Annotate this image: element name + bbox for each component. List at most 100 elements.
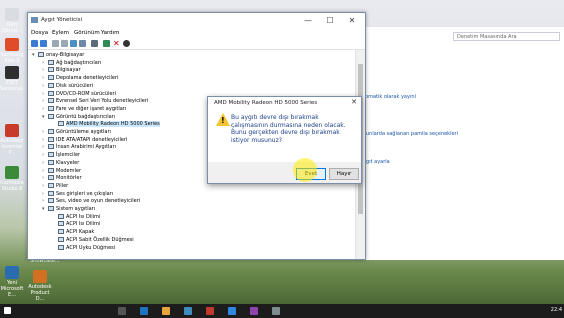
dialog-message: Bu aygıtı devre dışı bırakmak çalışmasın… [231, 114, 346, 144]
maximize-button[interactable]: ☐ [319, 13, 341, 28]
back-icon[interactable] [31, 40, 38, 47]
no-button[interactable]: Hayır [329, 168, 359, 180]
desktop-icon[interactable]: Geri Dönüş... [0, 8, 24, 34]
device-category-icon [48, 82, 54, 88]
title-bar[interactable]: Aygıt Yöneticisi — ☐ ✕ [28, 13, 365, 28]
device-category-icon [48, 190, 54, 196]
toolbar: ✕ [28, 38, 365, 50]
desktop-app-icon [5, 8, 19, 21]
taskbar-app-icon[interactable] [250, 307, 258, 315]
warning-icon: ! [216, 113, 230, 126]
desktop-icon[interactable]: Camtasia Studio 8 [0, 166, 24, 192]
tree-item-label: Piller [56, 182, 69, 189]
taskbar-clock: 22:4 [550, 307, 562, 313]
device-category-icon [48, 113, 54, 119]
device-category-icon [48, 152, 54, 158]
device-category-icon [58, 121, 64, 127]
device-category-icon [48, 105, 54, 111]
control-panel-link[interactable]: otomatik olarak yayınl [360, 94, 416, 100]
scan-changes-icon[interactable] [103, 40, 110, 47]
tree-item-label: İnsan Arabirimi Aygıtları [56, 144, 116, 151]
desktop-icon[interactable]: Samsung Kies 3 [0, 38, 24, 64]
device-category-icon [48, 90, 54, 96]
desktop-icon-label: Geri Dönüş... [1, 22, 23, 34]
desktop-app-icon [5, 266, 19, 279]
device-category-icon [58, 229, 64, 235]
control-panel-window: Denetim Masasında Ara otomatik olarak ya… [355, 27, 564, 260]
device-category-icon [48, 98, 54, 104]
desktop-app-icon [5, 124, 19, 137]
device-category-icon [58, 221, 64, 227]
taskbar-app-icon[interactable] [206, 307, 214, 315]
taskbar-app-icon[interactable] [272, 307, 280, 315]
tree-item-label: AMD Mobility Radeon HD 5000 Series [66, 121, 160, 128]
desktop-app-icon [5, 66, 19, 79]
taskbar-app-icon[interactable] [228, 307, 236, 315]
desktop-icon-label: Yeni Microsoft E... [0, 280, 24, 298]
help-icon[interactable] [70, 40, 77, 47]
menu-view[interactable]: Görünüm [74, 30, 100, 36]
desktop-icon[interactable]: Yeni Microsoft E... [0, 266, 24, 298]
desktop-icon-label: Autodesk Product D... [28, 284, 52, 302]
taskbar: 22:4 [0, 304, 564, 318]
tree-item-label: Depolama denetleyicileri [56, 75, 119, 82]
menu-action[interactable]: Eylem [52, 30, 69, 36]
dialog-footer: Evet Hayır [208, 162, 361, 183]
tree-item-label: ACPI Isı Dilimi [66, 213, 101, 220]
tree-item-label: ACPI Isı Dilimi [66, 221, 101, 228]
dialog-close-button[interactable]: ✕ [351, 98, 357, 106]
window-title: Aygıt Yöneticisi [41, 17, 83, 23]
menu-file[interactable]: Dosya [31, 30, 48, 36]
disable-device-icon[interactable] [123, 40, 130, 47]
properties-icon[interactable] [52, 40, 59, 47]
tree-item-label: Klavyeler [56, 159, 80, 166]
tree-item[interactable]: ACPI Uyku Düğmesi [52, 244, 115, 252]
device-category-icon [48, 59, 54, 65]
menu-help[interactable]: Yardım [101, 30, 120, 36]
list-view-icon[interactable] [61, 40, 68, 47]
device-category-icon [58, 213, 64, 219]
desktop-icon[interactable]: Autodesk Product D... [28, 270, 52, 302]
control-panel-search-input[interactable]: Denetim Masasında Ara [453, 32, 560, 41]
device-category-icon [48, 159, 54, 165]
minimize-button[interactable]: — [297, 13, 319, 28]
tree-item-label: İşlemciler [56, 152, 81, 159]
desktop-icon[interactable]: ESET Sonkoruk... [0, 66, 29, 92]
tree-item-label: Modemler [56, 167, 82, 174]
menu-bar: Dosya Eylem Görünüm Yardım [28, 28, 365, 38]
taskbar-app-icon[interactable] [162, 307, 170, 315]
device-category-icon [48, 136, 54, 142]
tree-item-label: Evrensel Seri Veri Yolu denetleyicileri [56, 98, 149, 105]
tree-item-label: Monitörler [56, 175, 82, 182]
monitor-icon[interactable] [91, 40, 98, 47]
device-category-icon [38, 52, 44, 57]
tree-item-label: Ağ bağdaştırıcıları [56, 59, 102, 66]
taskbar-app-icon[interactable] [140, 307, 148, 315]
tree-item-label: IDE ATA/ATAPI denetleyicileri [56, 136, 128, 143]
tree-item-label: ACPI Sabit Özellik Düğmesi [66, 236, 134, 243]
forward-icon[interactable] [40, 40, 47, 47]
control-panel-link[interactable]: oyunlarda sağlanan pamila seçenekleri [360, 131, 458, 137]
tree-item-label: Görüntü bağdaştırıcıları [56, 113, 116, 120]
device-manager-icon [31, 17, 38, 23]
close-button[interactable]: ✕ [341, 13, 363, 28]
taskbar-app-icon[interactable] [184, 307, 192, 315]
desktop-icon-label: Autodesk Inventor P... [0, 138, 24, 156]
desktop-icon[interactable]: Autodesk Inventor P... [0, 124, 24, 156]
tree-item-label: Sistem aygıtları [56, 206, 96, 212]
device-category-icon [58, 244, 64, 250]
device-category-icon [48, 144, 54, 150]
tree-item-label: Ses, video ve oyun denetleyicileri [56, 198, 141, 205]
desktop-icon-label: Samsung Kies 3 [0, 52, 24, 64]
desktop-icon-label: ESET Sonkoruk... [0, 80, 29, 92]
device-category-icon [48, 206, 54, 211]
update-driver-icon[interactable] [79, 40, 86, 47]
start-icon[interactable] [4, 307, 11, 314]
tree-item-label: DVD/CD-ROM sürücüleri [56, 90, 117, 97]
tree-item-label: Disk sürücüleri [56, 82, 94, 89]
device-category-icon [48, 67, 54, 73]
uninstall-icon[interactable]: ✕ [113, 40, 120, 48]
tree-item-label: Fare ve diğer işaret aygıtları [56, 105, 127, 112]
desktop-app-icon [5, 166, 19, 179]
taskbar-app-icon[interactable] [118, 307, 126, 315]
